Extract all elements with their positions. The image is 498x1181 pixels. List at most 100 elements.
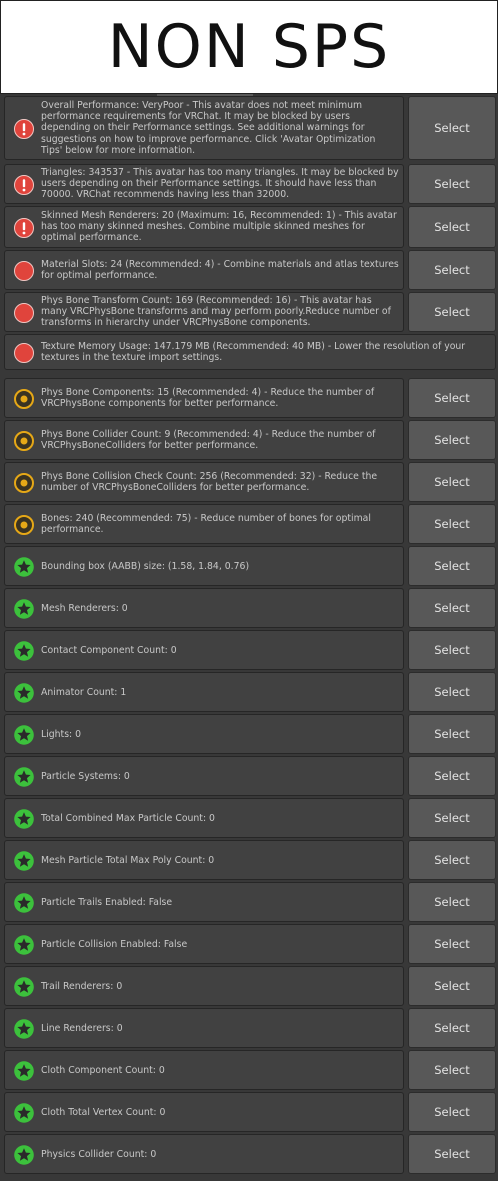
list-item: Mesh Renderers: 0 Select (2, 588, 496, 628)
exclamation-circle-icon (14, 175, 34, 195)
select-button[interactable]: Select (408, 882, 496, 922)
green-star-icon (14, 599, 34, 619)
select-button[interactable]: Select (408, 378, 496, 418)
message-text: Bounding box (AABB) size: (1.58, 1.84, 0… (41, 561, 250, 572)
title-banner: NON SPS (0, 0, 498, 94)
select-button[interactable]: Select (408, 504, 496, 544)
list-item: Overall Performance: VeryPoor - This ava… (2, 96, 496, 160)
select-button[interactable]: Select (408, 756, 496, 796)
select-button[interactable]: Select (408, 672, 496, 712)
list-item: Phys Bone Collider Count: 9 (Recommended… (2, 420, 496, 460)
list-item: Lights: 0 Select (2, 714, 496, 754)
green-star-icon (14, 809, 34, 829)
green-star-icon (14, 725, 34, 745)
message-box: Phys Bone Collision Check Count: 256 (Re… (4, 462, 404, 502)
message-text: Triangles: 343537 - This avatar has too … (41, 167, 399, 201)
message-text: Trail Renderers: 0 (41, 981, 123, 992)
exclamation-circle-icon (14, 218, 34, 238)
message-box: Cloth Total Vertex Count: 0 (4, 1092, 404, 1132)
message-box: Mesh Particle Total Max Poly Count: 0 (4, 840, 404, 880)
message-box: Physics Collider Count: 0 (4, 1134, 404, 1174)
select-button[interactable]: Select (408, 1134, 496, 1174)
select-button[interactable]: Select (408, 924, 496, 964)
message-text: Animator Count: 1 (41, 687, 127, 698)
list-item: Particle Trails Enabled: False Select (2, 882, 496, 922)
select-button[interactable]: Select (408, 164, 496, 204)
message-box: Phys Bone Collider Count: 9 (Recommended… (4, 420, 404, 460)
message-text: Material Slots: 24 (Recommended: 4) - Co… (41, 259, 399, 282)
select-button[interactable]: Select (408, 798, 496, 838)
message-text: Bones: 240 (Recommended: 75) - Reduce nu… (41, 513, 371, 536)
message-box: Skinned Mesh Renderers: 20 (Maximum: 16,… (4, 206, 404, 248)
message-box: Trail Renderers: 0 (4, 966, 404, 1006)
message-text: Particle Trails Enabled: False (41, 897, 173, 908)
select-button[interactable]: Select (408, 292, 496, 332)
select-button[interactable]: Select (408, 1050, 496, 1090)
list-item: Texture Memory Usage: 147.179 MB (Recomm… (2, 334, 496, 370)
list-item: Mesh Particle Total Max Poly Count: 0 Sel… (2, 840, 496, 880)
red-circle-icon (14, 303, 34, 323)
green-star-icon (14, 767, 34, 787)
message-box: Material Slots: 24 (Recommended: 4) - Co… (4, 250, 404, 290)
select-button[interactable]: Select (408, 1092, 496, 1132)
message-text: Phys Bone Transform Count: 169 (Recommen… (41, 295, 391, 329)
exclamation-circle-icon (14, 119, 34, 139)
message-text: Physics Collider Count: 0 (41, 1149, 157, 1160)
yellow-ring-icon (14, 473, 34, 493)
list-item: Phys Bone Transform Count: 169 (Recommen… (2, 292, 496, 332)
select-button[interactable]: Select (408, 966, 496, 1006)
message-text: Particle Systems: 0 (41, 771, 130, 782)
green-star-icon (14, 851, 34, 871)
green-star-icon (14, 683, 34, 703)
green-star-icon (14, 977, 34, 997)
list-item: Bounding box (AABB) size: (1.58, 1.84, 0… (2, 546, 496, 586)
green-star-icon (14, 641, 34, 661)
message-box: Phys Bone Components: 15 (Recommended: 4… (4, 378, 404, 418)
select-button[interactable]: Select (408, 250, 496, 290)
select-button[interactable]: Select (408, 546, 496, 586)
message-text: Contact Component Count: 0 (41, 645, 177, 656)
list-item: Triangles: 343537 - This avatar has too … (2, 164, 496, 204)
select-button[interactable]: Select (408, 714, 496, 754)
banner-title: NON SPS (107, 12, 391, 82)
select-button[interactable]: Select (408, 588, 496, 628)
message-box: Texture Memory Usage: 147.179 MB (Recomm… (4, 334, 496, 370)
green-star-icon (14, 1103, 34, 1123)
message-text: Cloth Total Vertex Count: 0 (41, 1107, 166, 1118)
message-box: Triangles: 343537 - This avatar has too … (4, 164, 404, 204)
yellow-ring-icon (14, 515, 34, 535)
message-box: Particle Trails Enabled: False (4, 882, 404, 922)
message-box: Lights: 0 (4, 714, 404, 754)
select-button[interactable]: Select (408, 462, 496, 502)
green-star-icon (14, 893, 34, 913)
select-button[interactable]: Select (408, 206, 496, 248)
green-star-icon (14, 1019, 34, 1039)
select-button[interactable]: Select (408, 96, 496, 160)
message-box: Total Combined Max Particle Count: 0 (4, 798, 404, 838)
message-text: Texture Memory Usage: 147.179 MB (Recomm… (41, 341, 466, 364)
message-text: Particle Collision Enabled: False (41, 939, 188, 950)
select-button[interactable]: Select (408, 1008, 496, 1048)
list-item: Cloth Total Vertex Count: 0 Select (2, 1092, 496, 1132)
select-button[interactable]: Select (408, 630, 496, 670)
message-text: Skinned Mesh Renderers: 20 (Maximum: 16,… (41, 210, 397, 244)
message-text: Phys Bone Collider Count: 9 (Recommended… (41, 429, 376, 452)
list-item: Contact Component Count: 0 Select (2, 630, 496, 670)
select-button[interactable]: Select (408, 420, 496, 460)
message-text: Cloth Component Count: 0 (41, 1065, 165, 1076)
yellow-ring-icon (14, 431, 34, 451)
message-box: Mesh Renderers: 0 (4, 588, 404, 628)
message-box: Animator Count: 1 (4, 672, 404, 712)
list-item: Total Combined Max Particle Count: 0 Sele… (2, 798, 496, 838)
list-item: Bones: 240 (Recommended: 75) - Reduce nu… (2, 504, 496, 544)
message-box: Bones: 240 (Recommended: 75) - Reduce nu… (4, 504, 404, 544)
message-text: Line Renderers: 0 (41, 1023, 123, 1034)
select-button[interactable]: Select (408, 840, 496, 880)
message-box: Particle Systems: 0 (4, 756, 404, 796)
green-star-icon (14, 1061, 34, 1081)
list-item: Skinned Mesh Renderers: 20 (Maximum: 16,… (2, 206, 496, 248)
red-circle-icon (14, 261, 34, 281)
list-item: Animator Count: 1 Select (2, 672, 496, 712)
message-text: Overall Performance: VeryPoor - This ava… (41, 100, 376, 156)
list-item: Cloth Component Count: 0 Select (2, 1050, 496, 1090)
